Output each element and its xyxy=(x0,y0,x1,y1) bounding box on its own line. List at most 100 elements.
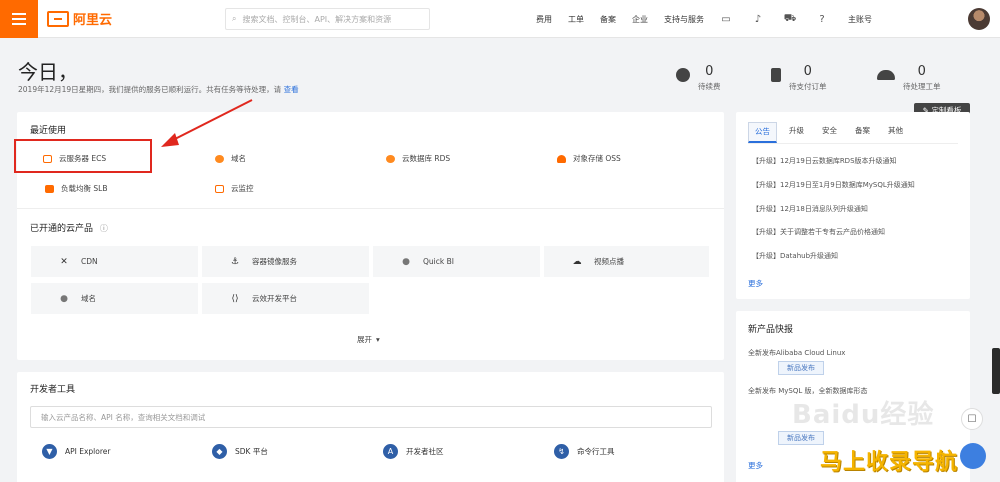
avatar[interactable] xyxy=(968,8,990,30)
tool-api-explorer[interactable]: ▼ API Explorer xyxy=(42,444,110,459)
assistant-float-button[interactable] xyxy=(960,443,986,469)
tool-cli[interactable]: ↯ 命令行工具 xyxy=(554,444,615,459)
container-icon: ⚓ xyxy=(230,256,240,267)
products-title: 已开通的云产品 ⓘ xyxy=(30,221,108,234)
announcements-card: 公告 升级 安全 备案 其他 【升级】12月19日云数据库RDS版本升级通知 【… xyxy=(736,112,970,299)
news-tag: 新品发布 xyxy=(778,431,824,445)
devtools-placeholder: 输入云产品名称、API 名称，查询相关文档和调试 xyxy=(41,412,206,422)
stat-value: 0 xyxy=(803,64,812,79)
product-label: 云效开发平台 xyxy=(252,294,297,303)
cli-icon: ↯ xyxy=(554,444,569,459)
products-title-text: 已开通的云产品 xyxy=(30,224,94,234)
search-input[interactable]: ⌕ 搜索文档、控制台、API、解决方案和资源 xyxy=(225,8,430,30)
terminal-icon[interactable]: ▭ xyxy=(720,13,732,25)
top-bar: 阿里云 ⌕ 搜索文档、控制台、API、解决方案和资源 费用 工单 备案 企业 支… xyxy=(0,0,1000,38)
renewal-icon xyxy=(676,68,690,82)
recent-item-domain[interactable]: 域名 xyxy=(215,153,246,164)
tool-label: 开发者社区 xyxy=(406,447,444,456)
product-tile[interactable]: ● Quick BI xyxy=(373,246,540,277)
recent-title: 最近使用 xyxy=(30,126,67,136)
devtools-title: 开发者工具 xyxy=(30,385,76,395)
chat-icon[interactable]: ☐ xyxy=(961,408,983,430)
search-icon: ⌕ xyxy=(232,14,237,23)
tool-label: SDK 平台 xyxy=(235,447,268,456)
ecs-icon xyxy=(43,154,52,163)
news-row[interactable]: 全新发布Alibaba Cloud Linux 新品发布 xyxy=(748,348,845,375)
stat-tickets[interactable]: 0 待处理工单 xyxy=(877,64,941,92)
user-name[interactable]: 主账号 xyxy=(848,14,872,25)
sdk-icon: ◆ xyxy=(212,444,227,459)
nav-icp[interactable]: 备案 xyxy=(600,14,616,25)
product-tile[interactable]: ☁ 视频点播 xyxy=(544,246,709,277)
product-label: 容器镜像服务 xyxy=(252,257,297,266)
menu-icon[interactable] xyxy=(0,0,38,38)
recent-item-label: 云服务器 ECS xyxy=(59,154,107,163)
product-tile[interactable]: ⟨⟩ 云效开发平台 xyxy=(202,283,369,314)
announcements-more-link[interactable]: 更多 xyxy=(748,278,763,289)
recent-item-slb[interactable]: 负载均衡 SLB xyxy=(45,183,107,194)
tab-other[interactable]: 其他 xyxy=(882,122,909,143)
announcement-row[interactable]: 【升级】12月18日消息队列升级通知 xyxy=(752,204,868,214)
product-tile[interactable]: ✕ CDN xyxy=(31,246,198,277)
subtitle-link[interactable]: 查看 xyxy=(284,85,299,94)
stat-renewal[interactable]: 0 待续费 xyxy=(676,64,721,92)
subtitle-text: 2019年12月19日星期四，我们提供的服务已顺利运行。共有任务等待处理，请 xyxy=(18,85,282,94)
announcement-row[interactable]: 【升级】Datahub升级通知 xyxy=(752,251,838,261)
product-label: 视频点播 xyxy=(594,257,624,266)
tool-label: API Explorer xyxy=(65,447,111,456)
tab-announce[interactable]: 公告 xyxy=(748,122,777,143)
tab-icp[interactable]: 备案 xyxy=(849,122,876,143)
logo-mark-icon xyxy=(47,10,69,27)
expand-button[interactable]: 展开 ▾ xyxy=(357,334,380,345)
side-scrollbar[interactable] xyxy=(992,348,1000,394)
nav-fees[interactable]: 费用 xyxy=(536,14,552,25)
brand-watermark: 马上收录导航 xyxy=(820,450,959,475)
cdn-icon: ✕ xyxy=(60,256,68,267)
tool-community[interactable]: A 开发者社区 xyxy=(383,444,444,459)
recent-item-ecs[interactable]: 云服务器 ECS xyxy=(43,153,106,164)
recent-item-oss[interactable]: 对象存储 OSS xyxy=(557,153,621,164)
expand-label: 展开 xyxy=(357,335,372,344)
top-nav: 费用 工单 备案 企业 支持与服务 ▭ ♪ ⛟ ? 主账号 xyxy=(536,0,888,38)
tab-upgrade[interactable]: 升级 xyxy=(783,122,810,143)
domain-icon: ● xyxy=(60,293,68,304)
devtools-card: 开发者工具 输入云产品名称、API 名称，查询相关文档和调试 ▼ API Exp… xyxy=(17,372,724,482)
monitor-icon xyxy=(215,184,224,193)
product-label: Quick BI xyxy=(423,257,454,266)
community-icon: A xyxy=(383,444,398,459)
domain-icon xyxy=(215,154,224,163)
product-tile[interactable]: ● 域名 xyxy=(31,283,198,314)
announcement-row[interactable]: 【升级】关于调整若干专有云产品价格通知 xyxy=(752,227,885,237)
nav-enterprise[interactable]: 企业 xyxy=(632,14,648,25)
tool-sdk[interactable]: ◆ SDK 平台 xyxy=(212,444,268,459)
announcement-row[interactable]: 【升级】12月19日至1月9日数据库MySQL升级通知 xyxy=(752,180,915,190)
stat-label: 待支付订单 xyxy=(789,82,827,91)
recent-item-label: 对象存储 OSS xyxy=(573,154,621,163)
recent-item-rds[interactable]: 云数据库 RDS xyxy=(386,153,450,164)
info-icon[interactable]: ⓘ xyxy=(100,224,108,233)
stat-label: 待处理工单 xyxy=(903,82,941,91)
greeting-subtitle: 2019年12月19日星期四，我们提供的服务已顺利运行。共有任务等待处理，请 查… xyxy=(18,84,299,95)
news-more-link[interactable]: 更多 xyxy=(748,460,763,471)
bell-icon[interactable]: ♪ xyxy=(752,13,764,25)
stat-value: 0 xyxy=(705,64,714,79)
announcement-row[interactable]: 【升级】12月19日云数据库RDS版本升级通知 xyxy=(752,156,897,166)
cart-icon[interactable]: ⛟ xyxy=(784,13,797,25)
devtools-search-input[interactable]: 输入云产品名称、API 名称，查询相关文档和调试 xyxy=(30,406,712,428)
recent-item-monitor[interactable]: 云监控 xyxy=(215,183,254,194)
help-icon[interactable]: ? xyxy=(816,13,828,25)
logo-text: 阿里云 xyxy=(73,13,113,28)
search-placeholder: 搜索文档、控制台、API、解决方案和资源 xyxy=(242,14,392,24)
product-label: 域名 xyxy=(81,294,96,303)
caret-down-icon: ▾ xyxy=(376,335,380,344)
stat-orders[interactable]: 0 待支付订单 xyxy=(771,64,827,92)
watermark: Baidu经验 xyxy=(792,400,935,430)
stat-value: 0 xyxy=(917,64,926,79)
gauge-icon xyxy=(877,70,895,80)
product-tile[interactable]: ⚓ 容器镜像服务 xyxy=(202,246,369,277)
nav-support[interactable]: 支持与服务 xyxy=(664,14,704,25)
recent-item-label: 域名 xyxy=(231,154,246,163)
tab-security[interactable]: 安全 xyxy=(816,122,843,143)
nav-tickets[interactable]: 工单 xyxy=(568,14,584,25)
logo[interactable]: 阿里云 xyxy=(47,9,112,28)
